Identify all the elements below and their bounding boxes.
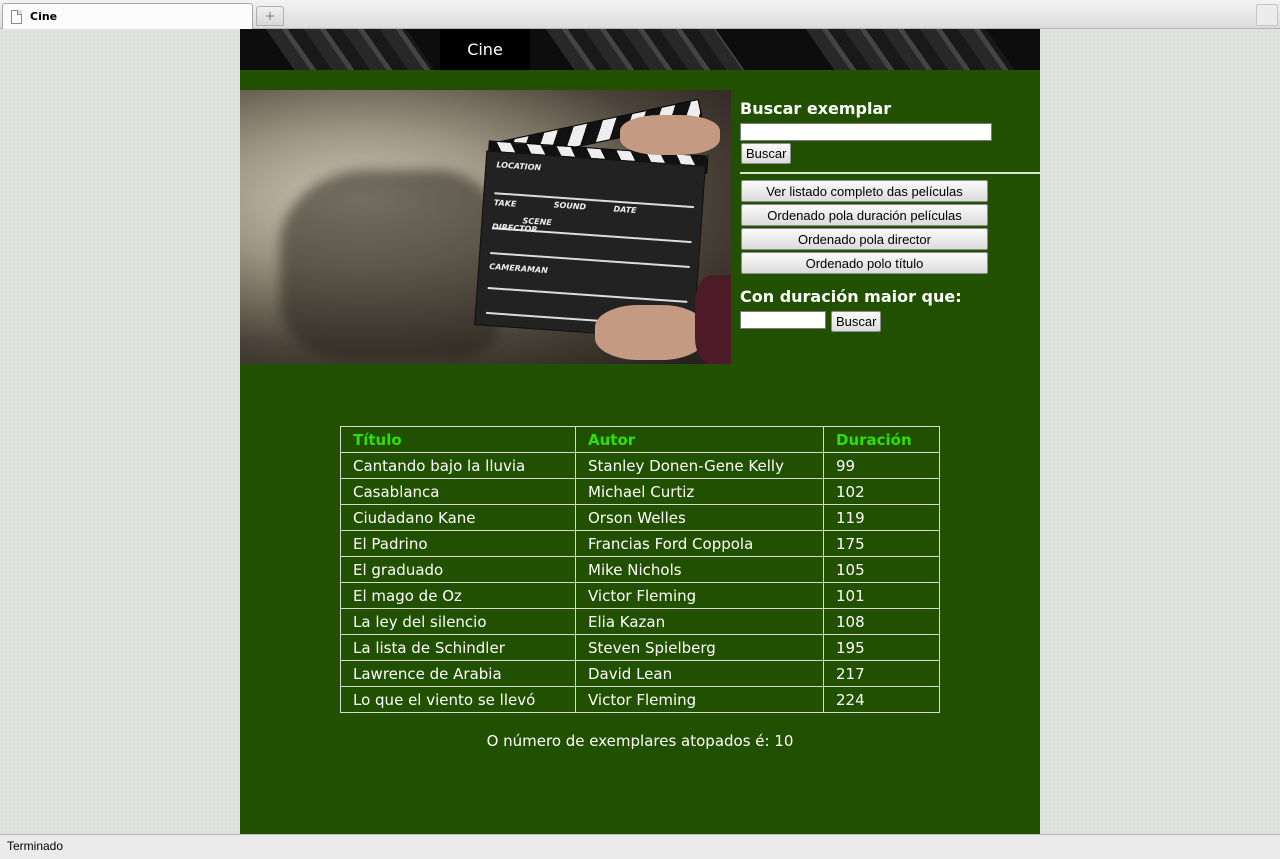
author-cell: Michael Curtiz [575, 478, 824, 505]
duration-cell: 99 [823, 452, 940, 479]
tab-list-button[interactable] [1256, 4, 1278, 26]
author-cell: Mike Nichols [575, 556, 824, 583]
sleeve [695, 275, 731, 364]
author-cell: Stanley Donen-Gene Kelly [575, 452, 824, 479]
browser-tab-bar: Cine + [0, 0, 1280, 29]
title-cell: Casablanca [340, 478, 576, 505]
title-cell: Lo que el viento se llevó [340, 686, 576, 713]
title-cell: El Padrino [340, 530, 576, 557]
table-row: Ciudadano Kane Orson Welles 119 [340, 504, 940, 531]
film-strip-decoration [265, 29, 435, 70]
site-container: Cine LOCATION TAKE SOUND DATE SCENE DIRE… [240, 29, 1040, 834]
author-cell: Victor Fleming [575, 582, 824, 609]
author-cell: Steven Spielberg [575, 634, 824, 661]
table-row: Lo que el viento se llevó Victor Fleming… [340, 686, 940, 713]
status-bar: Terminado [0, 834, 1280, 859]
author-cell: Elia Kazan [575, 608, 824, 635]
title-cell: Lawrence de Arabia [340, 660, 576, 687]
table-row: El Padrino Francias Ford Coppola 175 [340, 530, 940, 557]
duration-input[interactable] [740, 311, 826, 329]
results-count: O número de exemplares atopados é: 10 [486, 732, 794, 750]
title-cell: El graduado [340, 556, 576, 583]
author-cell: Orson Welles [575, 504, 824, 531]
title-cell: La lista de Schindler [340, 634, 576, 661]
duration-cell: 217 [823, 660, 940, 687]
sort-by-duration-button[interactable]: Ordenado pola duración películas [741, 204, 988, 226]
duration-cell: 102 [823, 478, 940, 505]
duration-filter: Con duración maior que: Buscar [740, 287, 962, 332]
column-header-duration: Duración [823, 426, 940, 453]
table-row: La lista de Schindler Steven Spielberg 1… [340, 634, 940, 661]
full-list-button[interactable]: Ver listado completo das películas [741, 180, 988, 202]
author-cell: David Lean [575, 660, 824, 687]
table-row: El mago de Oz Victor Fleming 101 [340, 582, 940, 609]
sort-by-director-button[interactable]: Ordenado pola director [741, 228, 988, 250]
hand [595, 305, 705, 360]
sidebar-divider [740, 172, 1040, 174]
search-button[interactable]: Buscar [741, 143, 792, 164]
search-input[interactable] [740, 123, 992, 141]
duration-cell: 105 [823, 556, 940, 583]
hand [620, 115, 720, 155]
duration-search-button[interactable]: Buscar [831, 311, 882, 332]
sort-by-title-button[interactable]: Ordenado polo título [741, 252, 988, 274]
duration-cell: 195 [823, 634, 940, 661]
film-strip-decoration [805, 29, 1015, 70]
table-row: Lawrence de Arabia David Lean 217 [340, 660, 940, 687]
browser-tab[interactable]: Cine [2, 3, 253, 29]
table-row: La ley del silencio Elia Kazan 108 [340, 608, 940, 635]
duration-cell: 224 [823, 686, 940, 713]
column-header-title: Título [340, 426, 576, 453]
search-heading: Buscar exemplar [740, 99, 892, 118]
films-table: Título Autor Duración Cantando bajo la l… [340, 426, 940, 713]
column-header-author: Autor [575, 426, 824, 453]
table-header-row: Título Autor Duración [340, 426, 940, 453]
table-row: Cantando bajo la lluvia Stanley Donen-Ge… [340, 452, 940, 479]
title-cell: La ley del silencio [340, 608, 576, 635]
author-cell: Victor Fleming [575, 686, 824, 713]
sort-buttons: Ver listado completo das películas Orden… [741, 180, 988, 276]
author-cell: Francias Ford Coppola [575, 530, 824, 557]
table-row: El graduado Mike Nichols 105 [340, 556, 940, 583]
duration-cell: 175 [823, 530, 940, 557]
document-icon [11, 9, 22, 24]
duration-cell: 108 [823, 608, 940, 635]
title-cell: Ciudadano Kane [340, 504, 576, 531]
duration-cell: 119 [823, 504, 940, 531]
table-row: Casablanca Michael Curtiz 102 [340, 478, 940, 505]
duration-cell: 101 [823, 582, 940, 609]
site-header: Cine [240, 29, 1040, 70]
film-strip-decoration [545, 29, 745, 70]
title-cell: Cantando bajo la lluvia [340, 452, 576, 479]
new-tab-button[interactable]: + [256, 6, 284, 26]
status-text: Terminado [7, 839, 64, 853]
sidebar: Buscar exemplar Buscar Ver listado compl… [740, 99, 1040, 332]
site-title: Cine [440, 29, 530, 70]
browser-tab-title: Cine [30, 10, 58, 23]
duration-heading: Con duración maior que: [740, 287, 962, 306]
title-cell: El mago de Oz [340, 582, 576, 609]
clapperboard-image: LOCATION TAKE SOUND DATE SCENE DIRECTOR … [240, 90, 731, 364]
